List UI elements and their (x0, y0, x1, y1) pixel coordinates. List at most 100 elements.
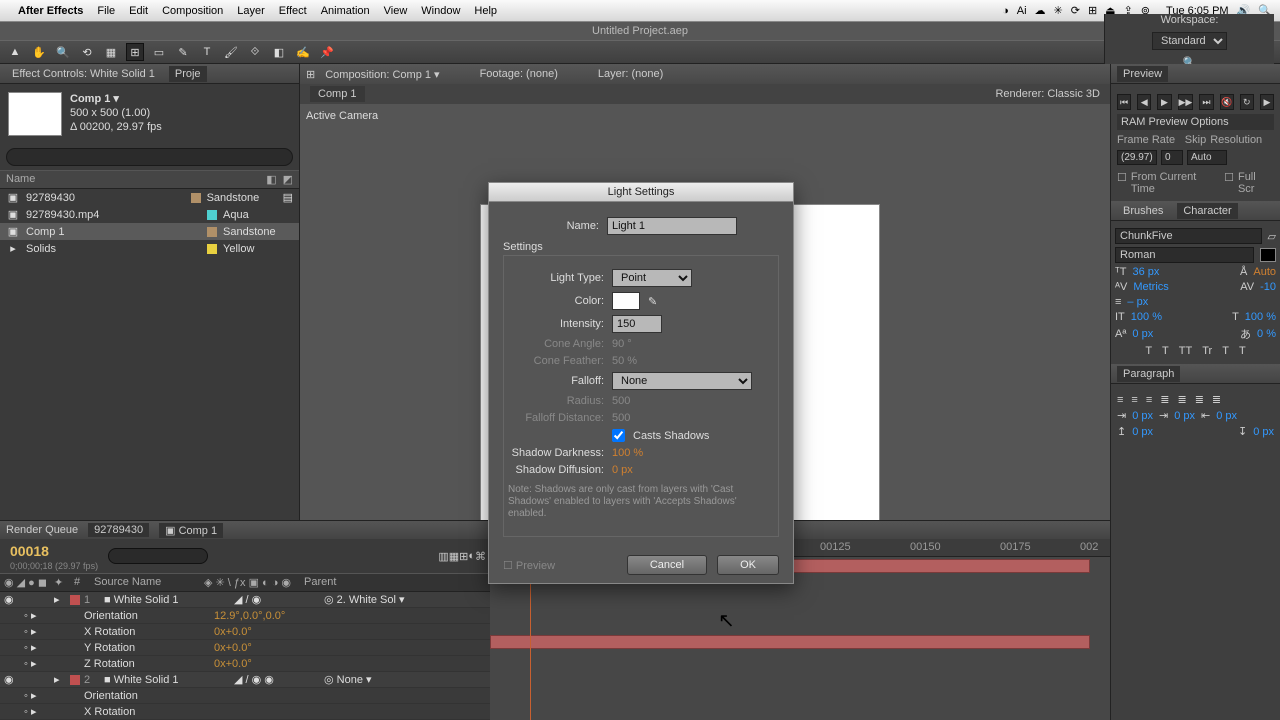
italic-button[interactable]: T (1162, 345, 1169, 357)
shadow-darkness-value[interactable]: 100 % (612, 447, 643, 459)
stroke-width[interactable]: – px (1127, 296, 1148, 308)
vscale[interactable]: 100 % (1131, 311, 1162, 323)
first-frame-button[interactable]: ⏮ (1117, 94, 1131, 110)
hscale[interactable]: 100 % (1245, 311, 1276, 323)
allcaps-button[interactable]: TT (1179, 345, 1192, 357)
ram-preview-label[interactable]: RAM Preview Options (1117, 114, 1274, 130)
parent-select[interactable]: ◎ 2. White Sol ▾ (324, 593, 405, 606)
col-name[interactable]: Name (6, 173, 266, 186)
col-label-icon[interactable]: ◧ (266, 173, 276, 186)
tracking[interactable]: -10 (1260, 281, 1276, 293)
light-type-select[interactable]: Point (612, 269, 692, 287)
justify-left-button[interactable]: ≣ (1160, 393, 1169, 406)
play-button[interactable]: ▶ (1157, 94, 1171, 110)
shadow-diffusion-value[interactable]: 0 px (612, 464, 633, 476)
flow-icon[interactable]: ⊞ (306, 68, 315, 81)
tray-icon[interactable]: ⊞ (1088, 4, 1097, 17)
layer-bar[interactable] (490, 635, 1090, 649)
project-item[interactable]: ▣ Comp 1 Sandstone (0, 223, 299, 240)
timeline-prop[interactable]: ◦ ▸Y Rotation0x+0.0° (0, 640, 490, 656)
rect-tool-icon[interactable]: ▭ (150, 43, 168, 61)
roto-tool-icon[interactable]: ✍ (294, 43, 312, 61)
col-type-icon[interactable]: ◩ (283, 173, 293, 186)
tl-button-icon[interactable]: ▥ (438, 550, 448, 563)
falloff-select[interactable]: None (612, 372, 752, 390)
timeline-prop[interactable]: ◦ ▸Z Rotation0x+0.0° (0, 656, 490, 672)
comp-thumbnail[interactable] (8, 92, 62, 136)
menu-view[interactable]: View (384, 5, 408, 17)
project-search-input[interactable] (6, 148, 293, 166)
preview-checkbox-label[interactable]: ☐ Preview (503, 559, 555, 572)
smallcaps-button[interactable]: Tr (1202, 345, 1212, 357)
project-item[interactable]: ▣ 92789430 Sandstone ▤ (0, 189, 299, 206)
menu-animation[interactable]: Animation (321, 5, 370, 17)
puppet-tool-icon[interactable]: 📌 (318, 43, 336, 61)
project-item[interactable]: ▣ 92789430.mp4 Aqua (0, 206, 299, 223)
leading[interactable]: Auto (1253, 266, 1276, 278)
tab-composition[interactable]: Composition: Comp 1 ▾ (325, 68, 439, 81)
menu-file[interactable]: File (97, 5, 115, 17)
brush-tool-icon[interactable]: 🖌 (222, 43, 240, 61)
resolution-select[interactable]: Auto (1187, 150, 1227, 165)
timeline-prop[interactable]: ◦ ▸X Rotation0x+0.0° (0, 624, 490, 640)
tray-icon[interactable]: ☁ (1035, 4, 1046, 17)
superscript-button[interactable]: T (1222, 345, 1229, 357)
menu-effect[interactable]: Effect (279, 5, 307, 17)
align-center-button[interactable]: ≡ (1131, 394, 1137, 406)
renderer-value[interactable]: Classic 3D (1047, 88, 1100, 100)
last-frame-button[interactable]: ⏭ (1199, 94, 1213, 110)
ram-preview-button[interactable]: ▶ (1260, 94, 1274, 110)
mute-button[interactable]: 🔇 (1220, 94, 1234, 110)
tab-footage[interactable]: Footage: (none) (480, 68, 558, 80)
subscript-button[interactable]: T (1239, 345, 1246, 357)
workspace-select[interactable]: Standard (1152, 32, 1227, 50)
baseline[interactable]: 0 px (1132, 328, 1153, 340)
full-screen-check[interactable]: ☐ (1224, 171, 1234, 195)
timeline-prop[interactable]: ◦ ▸Orientation12.9°,0.0°,0.0° (0, 608, 490, 624)
justify-right-button[interactable]: ≣ (1195, 393, 1204, 406)
menu-help[interactable]: Help (474, 5, 497, 17)
eyedropper-icon[interactable]: ✎ (648, 295, 657, 308)
tab-character[interactable]: Character (1177, 203, 1237, 219)
tab-effect-controls[interactable]: Effect Controls: White Solid 1 (6, 66, 161, 82)
camera-tool-icon[interactable]: ▦ (102, 43, 120, 61)
tray-icon[interactable]: Ai (1017, 5, 1027, 17)
tray-icon[interactable]: ◑ (1002, 5, 1009, 17)
menu-window[interactable]: Window (421, 5, 460, 17)
font-select[interactable]: ChunkFive (1115, 228, 1262, 244)
tray-icon[interactable]: ⟳ (1071, 4, 1080, 17)
skip-select[interactable]: 0 (1161, 150, 1183, 165)
timeline-current-time[interactable]: 00018 (4, 541, 98, 561)
timeline-prop[interactable]: ◦ ▸Orientation (0, 688, 490, 704)
light-color-swatch[interactable] (612, 292, 640, 310)
kerning[interactable]: Metrics (1133, 281, 1168, 293)
type-tool-icon[interactable]: T (198, 43, 216, 61)
prev-frame-button[interactable]: ◀ (1137, 94, 1151, 110)
bold-button[interactable]: T (1145, 345, 1152, 357)
tray-icon[interactable]: ✳ (1054, 4, 1063, 17)
tab-render-queue[interactable]: Render Queue (6, 524, 78, 536)
framerate-select[interactable]: (29.97) (1117, 150, 1157, 165)
app-name[interactable]: After Effects (18, 5, 83, 17)
pan-behind-tool-icon[interactable]: ⊞ (126, 43, 144, 61)
next-frame-button[interactable]: ▶▶ (1178, 94, 1194, 110)
tab-footage-timeline[interactable]: 92789430 (88, 523, 149, 537)
justify-center-button[interactable]: ≣ (1177, 393, 1186, 406)
timeline-layer[interactable]: ◉▸ 1 ■ White Solid 1 ◢ / ◉ ◎ 2. White So… (0, 592, 490, 608)
align-right-button[interactable]: ≡ (1146, 394, 1152, 406)
tab-paragraph[interactable]: Paragraph (1117, 366, 1180, 382)
font-size[interactable]: 36 px (1132, 266, 1159, 278)
rotate-tool-icon[interactable]: ⟲ (78, 43, 96, 61)
parent-select[interactable]: ◎ None ▾ (324, 673, 372, 686)
tab-preview[interactable]: Preview (1117, 66, 1168, 82)
tsume[interactable]: 0 % (1257, 328, 1276, 340)
tl-button-icon[interactable]: ◐ (468, 550, 475, 562)
tl-button-icon[interactable]: ⊞ (459, 550, 468, 563)
timeline-prop[interactable]: ◦ ▸X Rotation (0, 704, 490, 720)
tab-comp-timeline[interactable]: ▣ Comp 1 (159, 523, 223, 538)
font-style-select[interactable]: Roman (1115, 247, 1254, 263)
zoom-tool-icon[interactable]: 🔍 (54, 43, 72, 61)
tl-button-icon[interactable]: ▦ (449, 550, 459, 563)
intensity-input[interactable] (612, 315, 662, 333)
casts-shadows-checkbox[interactable] (612, 429, 625, 442)
